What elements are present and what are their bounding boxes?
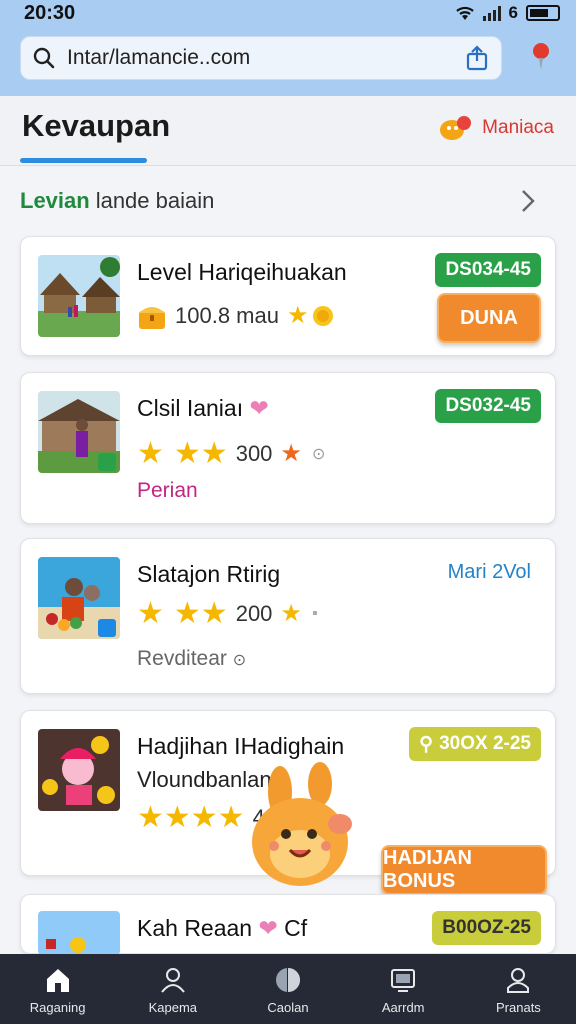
active-tab-indicator <box>20 158 147 163</box>
card-tag: DS032-45 <box>435 389 541 423</box>
star-icon: ★★ <box>173 597 228 630</box>
card-status: Perian <box>137 479 198 502</box>
card-thumbnail <box>38 557 120 639</box>
card-title: Clsil Ianiaı ❤ <box>137 395 269 422</box>
rating-value: 300 <box>235 441 273 466</box>
notification-pin-icon[interactable] <box>530 42 552 72</box>
heart-icon: ❤ <box>258 915 278 941</box>
nav-label: Caolan <box>267 1000 309 1015</box>
card-tag-text: 30OX 2-25 <box>439 733 531 754</box>
card-tag: DS034-45 <box>435 253 541 287</box>
nav-item-home[interactable]: Raganing <box>0 954 115 1024</box>
section-header[interactable]: Levian lande baiain <box>20 178 556 224</box>
nav-label: Pranats <box>496 1000 541 1015</box>
brand-link[interactable]: Maniaca <box>438 114 554 142</box>
home-icon <box>46 969 69 992</box>
link-icon: ⚲ <box>419 733 434 755</box>
star-icon: ★ <box>280 440 302 467</box>
list-card[interactable]: Slatajon Rtirig ★ ★★ 200 ★ ▪ Revditear ⊙… <box>20 538 556 694</box>
star-icon: ★ <box>137 597 164 630</box>
section-title-highlight: Levian <box>20 188 90 213</box>
star-icon: ★★ <box>173 437 228 470</box>
card-tag: Mari 2Vol <box>447 560 531 583</box>
heart-icon: ❤ <box>249 395 269 421</box>
nav-label: Kapema <box>148 1000 198 1015</box>
info-icon: ⊙ <box>311 446 326 463</box>
rating-value: 200 <box>235 601 273 626</box>
coin-icon <box>313 306 334 326</box>
brand-label: Maniaca <box>482 117 554 138</box>
card-thumbnail <box>38 911 120 955</box>
card-thumbnail <box>38 255 120 337</box>
section-title: lande baiain <box>95 188 215 213</box>
status-time: 20:30 <box>24 2 76 24</box>
list-card[interactable]: Clsil Ianiaı ❤ ★ ★★ 300 ★ ⊙ Perian DS032… <box>20 372 556 524</box>
card-tag: ⚲ 30OX 2-25 <box>409 727 541 761</box>
card-title: Level Hariqeihuakan <box>137 259 347 285</box>
nav-label: Raganing <box>29 1000 86 1015</box>
search-icon <box>33 47 55 69</box>
battery-icon <box>526 5 560 21</box>
people-icon <box>161 968 185 993</box>
card-action-button[interactable]: DUNA <box>437 293 541 343</box>
chevron-right-icon[interactable] <box>520 188 536 214</box>
star-icon: ★ <box>286 302 309 329</box>
rating-value: 100.8 mau <box>175 303 279 328</box>
url-text[interactable]: Intar/lamancie..com <box>67 46 465 70</box>
page-header: Kevaupan Maniaca <box>0 96 576 166</box>
star-icon: ★ <box>280 600 302 627</box>
card-rating: 100.8 mau ★ <box>137 301 334 331</box>
list-card[interactable]: Level Hariqeihuakan 100.8 mau ★ DS034-45… <box>20 236 556 356</box>
treasure-chest-icon <box>139 307 165 329</box>
tv-icon <box>391 969 416 992</box>
card-status: Revditear ⊙ <box>137 647 246 671</box>
card-status-text: Revditear <box>137 647 227 670</box>
star-icon: ★ <box>137 437 164 470</box>
nav-label: Aarrdm <box>381 1000 425 1015</box>
card-thumbnail <box>38 729 120 811</box>
nav-item-people[interactable]: Kapema <box>115 954 230 1024</box>
page-title: Kevaupan <box>22 108 171 143</box>
card-title: Kah Reaan ❤ Cf <box>137 915 307 942</box>
nav-item-globe[interactable]: Caolan <box>230 954 345 1024</box>
card-tag: B00OZ-25 <box>432 911 541 945</box>
address-bar[interactable]: Intar/lamancie..com <box>20 36 502 80</box>
profile-icon <box>507 968 530 993</box>
share-icon[interactable] <box>465 45 489 71</box>
globe-icon <box>276 968 300 992</box>
nav-item-tv[interactable]: Aarrdm <box>346 954 461 1024</box>
signal-icon <box>482 5 501 21</box>
wifi-icon <box>455 6 474 20</box>
mascot-icon <box>252 762 352 886</box>
bottom-nav: Raganing Kapema Caolan Aarrdm Pranats <box>0 954 576 1024</box>
card-title-suffix: Cf <box>284 915 308 941</box>
brand-logo-icon <box>440 116 472 140</box>
info-icon: ▪ <box>311 605 318 622</box>
card-rating: ★ ★★ 300 ★ ⊙ <box>137 439 325 469</box>
list-card[interactable]: Kah Reaan ❤ Cf B00OZ-25 <box>20 894 556 955</box>
nav-item-profile[interactable]: Pranats <box>461 954 576 1024</box>
browser-chrome: 20:30 6 Intar/lamancie..com <box>0 0 576 96</box>
status-icons: 6 <box>455 3 560 23</box>
status-bar: 20:30 6 <box>0 0 576 26</box>
card-title-text: Kah Reaan <box>137 915 253 941</box>
card-title-text: Clsil Ianiaı <box>137 395 244 421</box>
card-action-button[interactable]: HADIJAN BONUS <box>381 845 547 895</box>
card-title: Hadjihan IHadighain <box>137 733 345 759</box>
card-title: Slatajon Rtirig <box>137 561 281 587</box>
battery-level: 6 <box>508 3 518 22</box>
card-thumbnail <box>38 391 120 473</box>
card-rating: ★ ★★ 200 ★ ▪ <box>137 599 318 629</box>
clock-icon: ⊙ <box>232 652 247 669</box>
star-icon: ★★★★ <box>137 801 245 834</box>
